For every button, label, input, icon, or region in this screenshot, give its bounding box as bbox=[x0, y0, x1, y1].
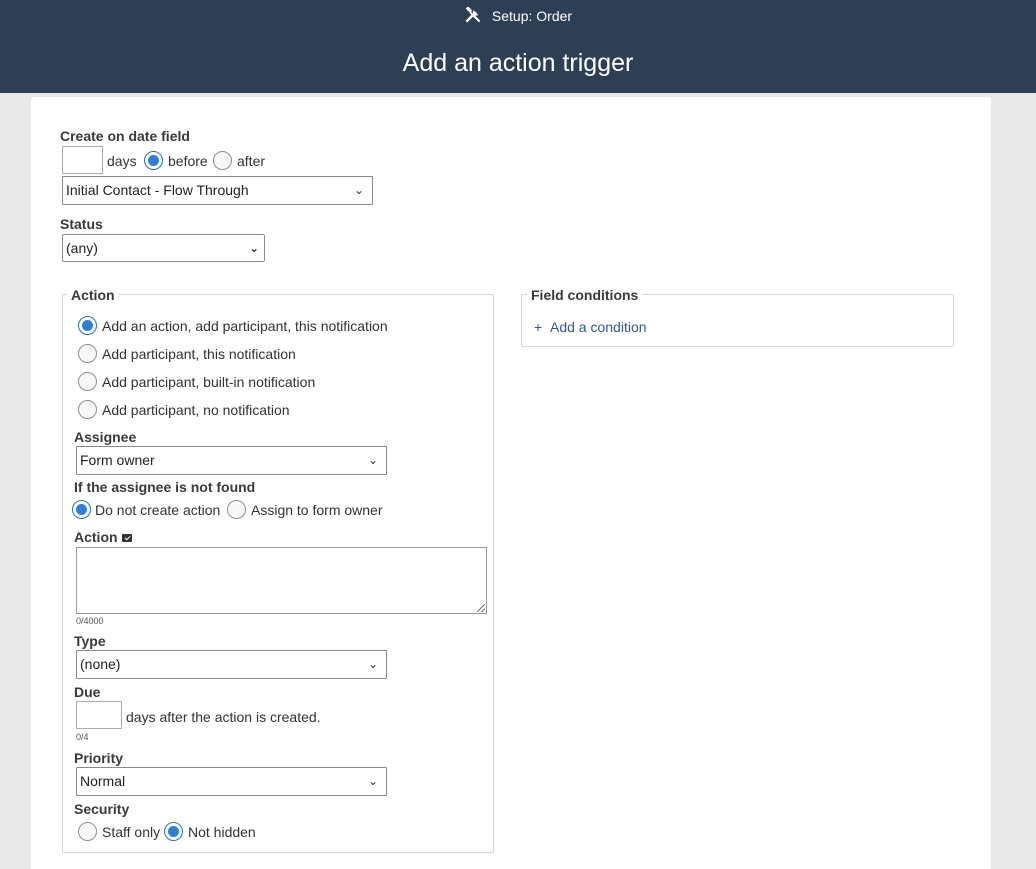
chevron-down-icon: ⌄ bbox=[248, 241, 259, 255]
add-condition-text: Add a condition bbox=[550, 319, 647, 335]
action-textarea[interactable] bbox=[76, 547, 487, 614]
chevron-down-icon: ⌄ bbox=[367, 657, 378, 671]
form-panel: Create on date field days before after I… bbox=[31, 97, 991, 869]
chevron-down-icon: ⌄ bbox=[353, 183, 364, 197]
due-label: Due bbox=[74, 684, 101, 700]
security-label: Security bbox=[74, 801, 130, 817]
priority-select[interactable]: Normal ⌄ bbox=[76, 767, 387, 796]
after-label: after bbox=[237, 153, 266, 169]
date-field-select[interactable]: Initial Contact - Flow Through ⌄ bbox=[62, 176, 373, 205]
action-option-label: Add an action, add participant, this not… bbox=[102, 318, 388, 334]
action-option-radio[interactable] bbox=[78, 400, 97, 419]
resize-handle-icon[interactable] bbox=[477, 604, 485, 612]
type-value: (none) bbox=[80, 656, 121, 672]
action-option-radio[interactable] bbox=[78, 344, 97, 363]
priority-value: Normal bbox=[80, 773, 126, 789]
date-field-value: Initial Contact - Flow Through bbox=[66, 182, 249, 198]
assign-to-owner-label: Assign to form owner bbox=[251, 502, 383, 518]
after-radio[interactable] bbox=[213, 151, 232, 170]
action-char-counter: 0/4000 bbox=[76, 616, 104, 626]
create-on-label: Create on date field bbox=[60, 128, 190, 144]
plus-icon: + bbox=[534, 319, 543, 335]
type-label: Type bbox=[74, 633, 106, 649]
page-title: Add an action trigger bbox=[402, 49, 634, 77]
assignee-select[interactable]: Form owner ⌄ bbox=[76, 446, 387, 475]
add-condition-link[interactable]: + Add a condition bbox=[534, 318, 647, 336]
staff-only-label: Staff only bbox=[102, 824, 161, 840]
before-label: before bbox=[168, 153, 208, 169]
chevron-down-icon: ⌄ bbox=[367, 453, 378, 467]
not-hidden-label: Not hidden bbox=[188, 824, 256, 840]
action-legend: Action bbox=[67, 286, 119, 304]
days-label: days bbox=[107, 153, 137, 169]
type-select[interactable]: (none) ⌄ bbox=[76, 650, 387, 679]
assign-to-owner-radio[interactable] bbox=[227, 500, 246, 519]
status-value: (any) bbox=[66, 240, 98, 256]
status-label: Status bbox=[60, 216, 103, 232]
not-hidden-radio[interactable] bbox=[164, 822, 183, 841]
due-char-counter: 0/4 bbox=[76, 732, 89, 742]
do-not-create-label: Do not create action bbox=[95, 502, 221, 518]
action-option-label: Add participant, no notification bbox=[102, 402, 290, 418]
priority-label: Priority bbox=[74, 750, 124, 766]
breadcrumb-text[interactable]: Setup: Order bbox=[492, 8, 572, 24]
chevron-down-icon: ⌄ bbox=[367, 774, 378, 788]
before-radio[interactable] bbox=[144, 151, 163, 170]
do-not-create-radio[interactable] bbox=[72, 500, 91, 519]
assignee-value: Form owner bbox=[80, 452, 155, 468]
not-found-label: If the assignee is not found bbox=[74, 479, 256, 495]
action-option-radio[interactable] bbox=[78, 316, 97, 335]
edit-icon[interactable] bbox=[121, 534, 132, 542]
tools-icon bbox=[464, 6, 482, 28]
action-option-radio[interactable] bbox=[78, 372, 97, 391]
staff-only-radio[interactable] bbox=[78, 822, 97, 841]
page-header: Setup: Order Add an action trigger bbox=[0, 0, 1036, 93]
action-option-label: Add participant, built-in notification bbox=[102, 374, 316, 390]
field-conditions-legend: Field conditions bbox=[527, 286, 643, 304]
status-select[interactable]: (any) ⌄ bbox=[62, 234, 265, 262]
due-days-input[interactable] bbox=[76, 701, 122, 729]
days-input[interactable] bbox=[62, 146, 103, 174]
assignee-label: Assignee bbox=[74, 429, 137, 445]
action-text-label-text: Action bbox=[74, 529, 118, 545]
action-text-label: Action bbox=[74, 528, 132, 546]
due-suffix: days after the action is created. bbox=[126, 709, 321, 725]
action-option-label: Add participant, this notification bbox=[102, 346, 296, 362]
breadcrumb: Setup: Order bbox=[0, 6, 1036, 28]
